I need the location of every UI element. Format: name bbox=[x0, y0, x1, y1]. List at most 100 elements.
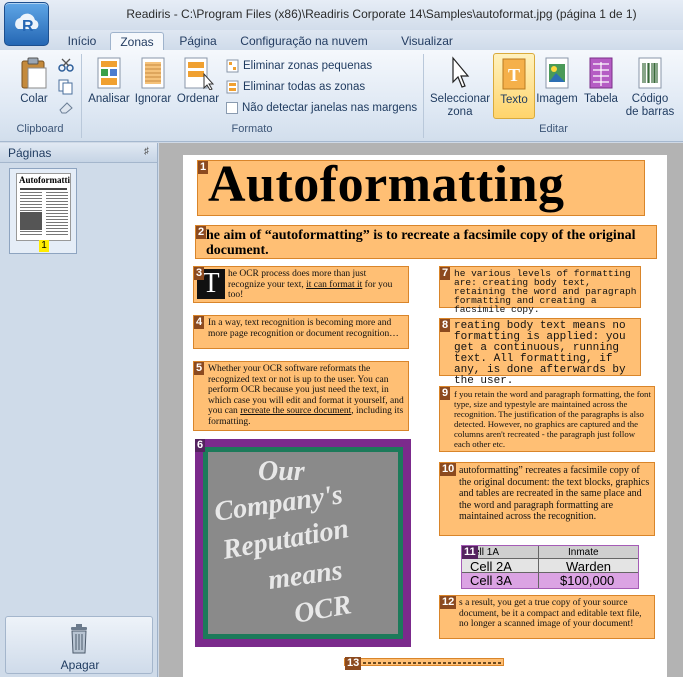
ribbon: Colar Clipboard Analisar Ignorar Ordenar bbox=[0, 50, 683, 142]
delete-label: Apagar bbox=[60, 658, 100, 672]
paste-label: Colar bbox=[20, 93, 48, 105]
delete-button[interactable]: Apagar bbox=[5, 616, 153, 674]
window-title: Readiris - C:\Program Files (x86)\Readir… bbox=[126, 7, 637, 21]
text-zone-label: Texto bbox=[500, 94, 528, 106]
zone-9-text: f you retain the word and paragraph form… bbox=[454, 389, 651, 449]
zone-8-text: reating body text means no formatting is… bbox=[454, 320, 626, 387]
zone-number: 9 bbox=[440, 387, 451, 400]
order-label: Ordenar bbox=[176, 93, 220, 105]
zone-number: 3 bbox=[194, 267, 205, 280]
barcode-zone-button[interactable]: Código de barras bbox=[624, 56, 676, 119]
pages-panel: Páginas ♯ Autoformatting 1 Apagar bbox=[0, 143, 158, 677]
checkbox-box[interactable] bbox=[226, 102, 238, 114]
zone-5-link: recreate the source document bbox=[240, 406, 352, 416]
no-detect-windows-checkbox[interactable]: Não detectar janelas nas margens bbox=[226, 102, 417, 114]
zone-1[interactable]: Autoformatting 1 bbox=[197, 156, 645, 216]
zone-number: 4 bbox=[194, 316, 205, 329]
barcode-label-2: de barras bbox=[625, 106, 675, 118]
text-zone-icon: T bbox=[502, 58, 526, 90]
subtitle-text: he aim of “autoformatting” is to recreat… bbox=[206, 228, 636, 258]
select-zone-button[interactable]: Seleccionar zona bbox=[430, 56, 490, 119]
zone-number: 1 bbox=[198, 161, 209, 174]
pin-icon[interactable]: ♯ bbox=[144, 146, 149, 157]
photo-line: means bbox=[266, 554, 345, 597]
tab-visualizar[interactable]: Visualizar bbox=[392, 32, 462, 50]
zone-9[interactable]: f you retain the word and paragraph form… bbox=[439, 386, 655, 452]
scanned-page: Autoformatting 1 he aim of “autoformatti… bbox=[183, 155, 667, 677]
format-group-label: Formato bbox=[231, 123, 273, 135]
remove-small-zones-button[interactable]: Eliminar zonas pequenas bbox=[226, 59, 372, 73]
ignore-page-icon bbox=[141, 57, 165, 89]
clipboard-group-label: Clipboard bbox=[16, 123, 64, 135]
zone-7[interactable]: he various levels of formatting are: cre… bbox=[439, 266, 641, 314]
copy-icon[interactable] bbox=[58, 79, 74, 98]
zone-10[interactable]: autoformatting” recreates a facsimile co… bbox=[439, 462, 655, 536]
zone-6[interactable]: Our Company's Reputation means OCR 6 bbox=[195, 439, 411, 647]
zone-3-link: it can format it bbox=[306, 279, 363, 290]
zone-number: 12 bbox=[440, 596, 457, 609]
barcode-label-1: Código bbox=[631, 93, 669, 105]
table-zone-button[interactable]: Tabela bbox=[580, 56, 622, 106]
document-view[interactable]: Autoformatting 1 he aim of “autoformatti… bbox=[159, 143, 683, 677]
zone-2[interactable]: he aim of “autoformatting” is to recreat… bbox=[195, 225, 657, 259]
zone-4[interactable]: In a way, text recognition is becoming m… bbox=[193, 315, 409, 349]
order-zones-icon bbox=[184, 57, 214, 90]
tab-inicio[interactable]: Início bbox=[58, 32, 106, 50]
company-photo: Our Company's Reputation means OCR bbox=[203, 447, 403, 639]
table-cell: ell 1A bbox=[474, 547, 500, 558]
text-zone-button[interactable]: T Texto bbox=[493, 53, 535, 119]
all-zones-icon bbox=[226, 80, 239, 94]
page-thumbnail[interactable]: Autoformatting 1 bbox=[9, 168, 77, 254]
analyze-label: Analisar bbox=[88, 93, 130, 105]
zone-5[interactable]: Whether your OCR software reformats the … bbox=[193, 361, 409, 431]
zone-number: 13 bbox=[345, 657, 362, 670]
zone-12-text: s a result, you get a true copy of your … bbox=[459, 598, 642, 629]
eraser-icon[interactable] bbox=[58, 102, 74, 117]
table-cell: Warden bbox=[566, 559, 612, 574]
remove-all-zones-button[interactable]: Eliminar todas as zonas bbox=[226, 80, 365, 94]
headline-text: Autoformatting bbox=[208, 156, 565, 213]
trash-icon bbox=[71, 624, 87, 654]
table-cell: Cell 3A bbox=[470, 573, 512, 588]
pages-panel-title: Páginas bbox=[8, 146, 52, 160]
zone-11[interactable]: ell 1A Inmate Cell 2A Warden Cell 3A $10… bbox=[461, 545, 639, 589]
zone-8[interactable]: reating body text means no formatting is… bbox=[439, 318, 641, 387]
zone-number: 8 bbox=[440, 319, 451, 332]
tab-cloud-config[interactable]: Configuração na nuvem bbox=[236, 32, 372, 50]
table-zone-icon bbox=[589, 57, 613, 89]
table-cell: Inmate bbox=[568, 547, 599, 558]
order-button[interactable]: Ordenar bbox=[175, 56, 221, 106]
zone-12[interactable]: s a result, you get a true copy of your … bbox=[439, 595, 655, 639]
clipboard-icon bbox=[21, 57, 47, 89]
svg-text:R: R bbox=[22, 18, 34, 35]
barcode-icon bbox=[638, 57, 662, 89]
zone-number: 5 bbox=[194, 362, 205, 375]
edit-group-label: Editar bbox=[539, 123, 568, 135]
small-zones-icon bbox=[226, 59, 239, 73]
zone-4-text: In a way, text recognition is becoming m… bbox=[208, 318, 399, 339]
zone-13[interactable]: 13 bbox=[344, 657, 504, 670]
table-column-divider bbox=[538, 546, 539, 588]
tab-pagina[interactable]: Página bbox=[172, 32, 224, 50]
zone-number: 2 bbox=[196, 226, 207, 239]
ignore-button[interactable]: Ignorar bbox=[132, 56, 174, 106]
ignore-label: Ignorar bbox=[134, 93, 172, 105]
image-zone-button[interactable]: Imagem bbox=[536, 56, 578, 106]
remove-small-label: Eliminar zonas pequenas bbox=[243, 60, 373, 72]
zone-3[interactable]: The OCR process does more than just reco… bbox=[193, 266, 409, 303]
photo-line: Our bbox=[258, 456, 305, 487]
zone-number: 7 bbox=[440, 267, 451, 280]
cut-icon[interactable] bbox=[58, 58, 74, 75]
thumbnail-page-number: 1 bbox=[39, 240, 49, 252]
image-zone-icon bbox=[545, 57, 569, 89]
tab-zonas[interactable]: Zonas bbox=[110, 32, 164, 50]
analyze-button[interactable]: Analisar bbox=[86, 56, 132, 106]
select-zone-label-1: Seleccionar bbox=[430, 93, 491, 105]
select-zone-label-2: zona bbox=[447, 106, 473, 118]
no-detect-windows-label: Não detectar janelas nas margens bbox=[242, 102, 418, 114]
table-zone-label: Tabela bbox=[584, 93, 618, 105]
paste-button[interactable]: Colar bbox=[14, 56, 54, 106]
footer-text-line bbox=[363, 662, 501, 664]
readiris-logo-icon[interactable]: R bbox=[4, 2, 49, 46]
zone-number: 10 bbox=[440, 463, 457, 476]
